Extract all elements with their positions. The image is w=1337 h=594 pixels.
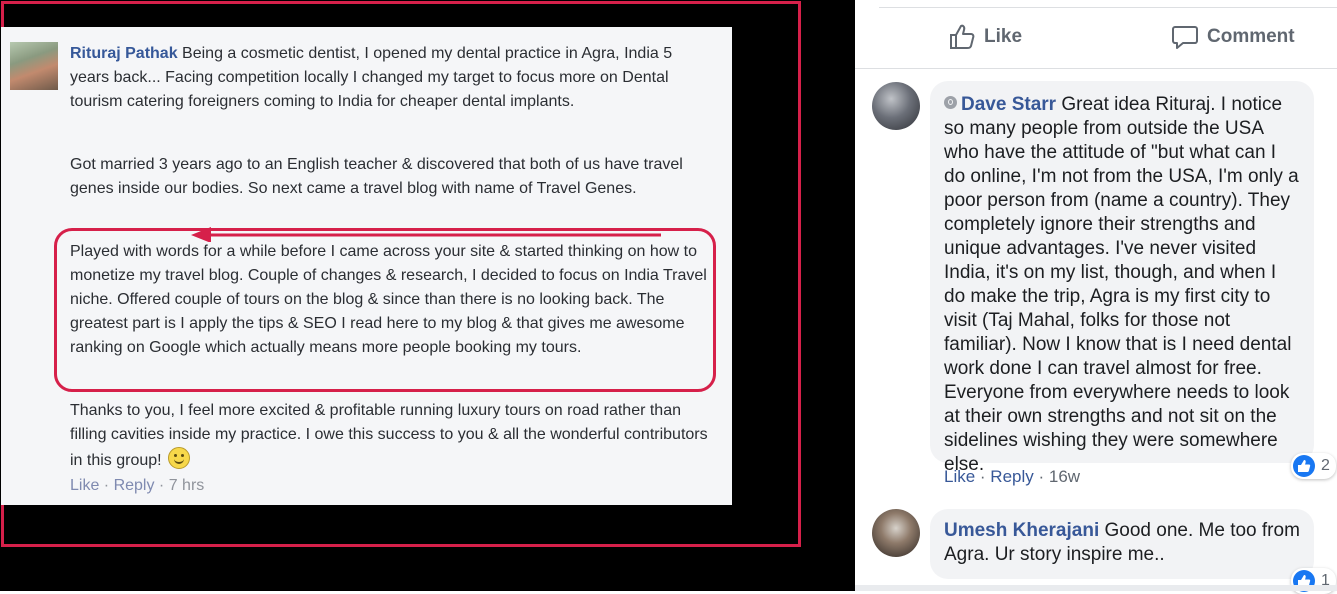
separator: · — [1033, 467, 1049, 486]
comments-panel: Like Comment Dave Starr Great idea Ritur… — [855, 0, 1337, 594]
separator: · — [975, 467, 991, 486]
post-paragraph-1: Rituraj Pathak Being a cosmetic dentist,… — [70, 42, 710, 114]
like-label: Like — [984, 26, 1023, 47]
comment-author[interactable]: Umesh Kherajani — [944, 520, 1099, 541]
divider — [855, 585, 1337, 591]
comment-actions: Like · Reply · 16w — [944, 467, 1080, 487]
post-paragraph-2: Got married 3 years ago to an English te… — [70, 156, 683, 197]
post-actions: Like · Reply · 7 hrs — [70, 477, 204, 495]
like-button[interactable]: Like — [948, 23, 1022, 51]
reply-link[interactable]: Reply — [990, 467, 1033, 486]
reply-link[interactable]: Reply — [114, 477, 155, 494]
paragraph-text: Thanks to you, I feel more excited & pro… — [70, 402, 708, 469]
comment-bubble: Dave Starr Great idea Rituraj. I notice … — [930, 81, 1314, 475]
separator: · — [154, 477, 169, 494]
comment-label: Comment — [1207, 26, 1295, 47]
author-name[interactable]: Rituraj Pathak — [70, 45, 178, 62]
facebook-post-card: Rituraj Pathak Being a cosmetic dentist,… — [1, 27, 732, 505]
timestamp[interactable]: 16w — [1049, 467, 1080, 486]
avatar[interactable] — [10, 42, 58, 90]
divider — [855, 68, 1337, 69]
timestamp[interactable]: 7 hrs — [169, 477, 205, 494]
comment-button[interactable]: Comment — [1171, 23, 1295, 51]
smiley-icon — [168, 447, 191, 469]
comment-text: Umesh Kherajani Good one. Me too from Ag… — [944, 519, 1302, 567]
like-link[interactable]: Like — [70, 477, 99, 494]
thumbs-up-icon — [950, 24, 975, 49]
avatar[interactable] — [872, 509, 920, 557]
post-paragraph-4: Thanks to you, I feel more excited & pro… — [70, 399, 710, 473]
comment-body: Great idea Rituraj. I notice so many peo… — [944, 94, 1299, 475]
screenshot-left-panel: Rituraj Pathak Being a cosmetic dentist,… — [0, 0, 855, 591]
thumbs-up-icon — [1293, 455, 1315, 477]
speech-bubble-icon — [1172, 26, 1198, 49]
reaction-count: 2 — [1321, 457, 1330, 474]
like-link[interactable]: Like — [944, 467, 975, 486]
post-paragraph-3: Played with words for a while before I c… — [70, 243, 707, 356]
divider — [879, 7, 1337, 8]
comment-bubble: Umesh Kherajani Good one. Me too from Ag… — [930, 509, 1314, 579]
reaction-count-badge[interactable]: 2 — [1291, 453, 1336, 479]
avatar[interactable] — [872, 82, 920, 130]
comment-text: Dave Starr Great idea Rituraj. I notice … — [944, 93, 1302, 477]
separator: · — [99, 477, 114, 494]
gray-dot-icon — [944, 96, 957, 109]
comment-author[interactable]: Dave Starr — [961, 94, 1056, 115]
